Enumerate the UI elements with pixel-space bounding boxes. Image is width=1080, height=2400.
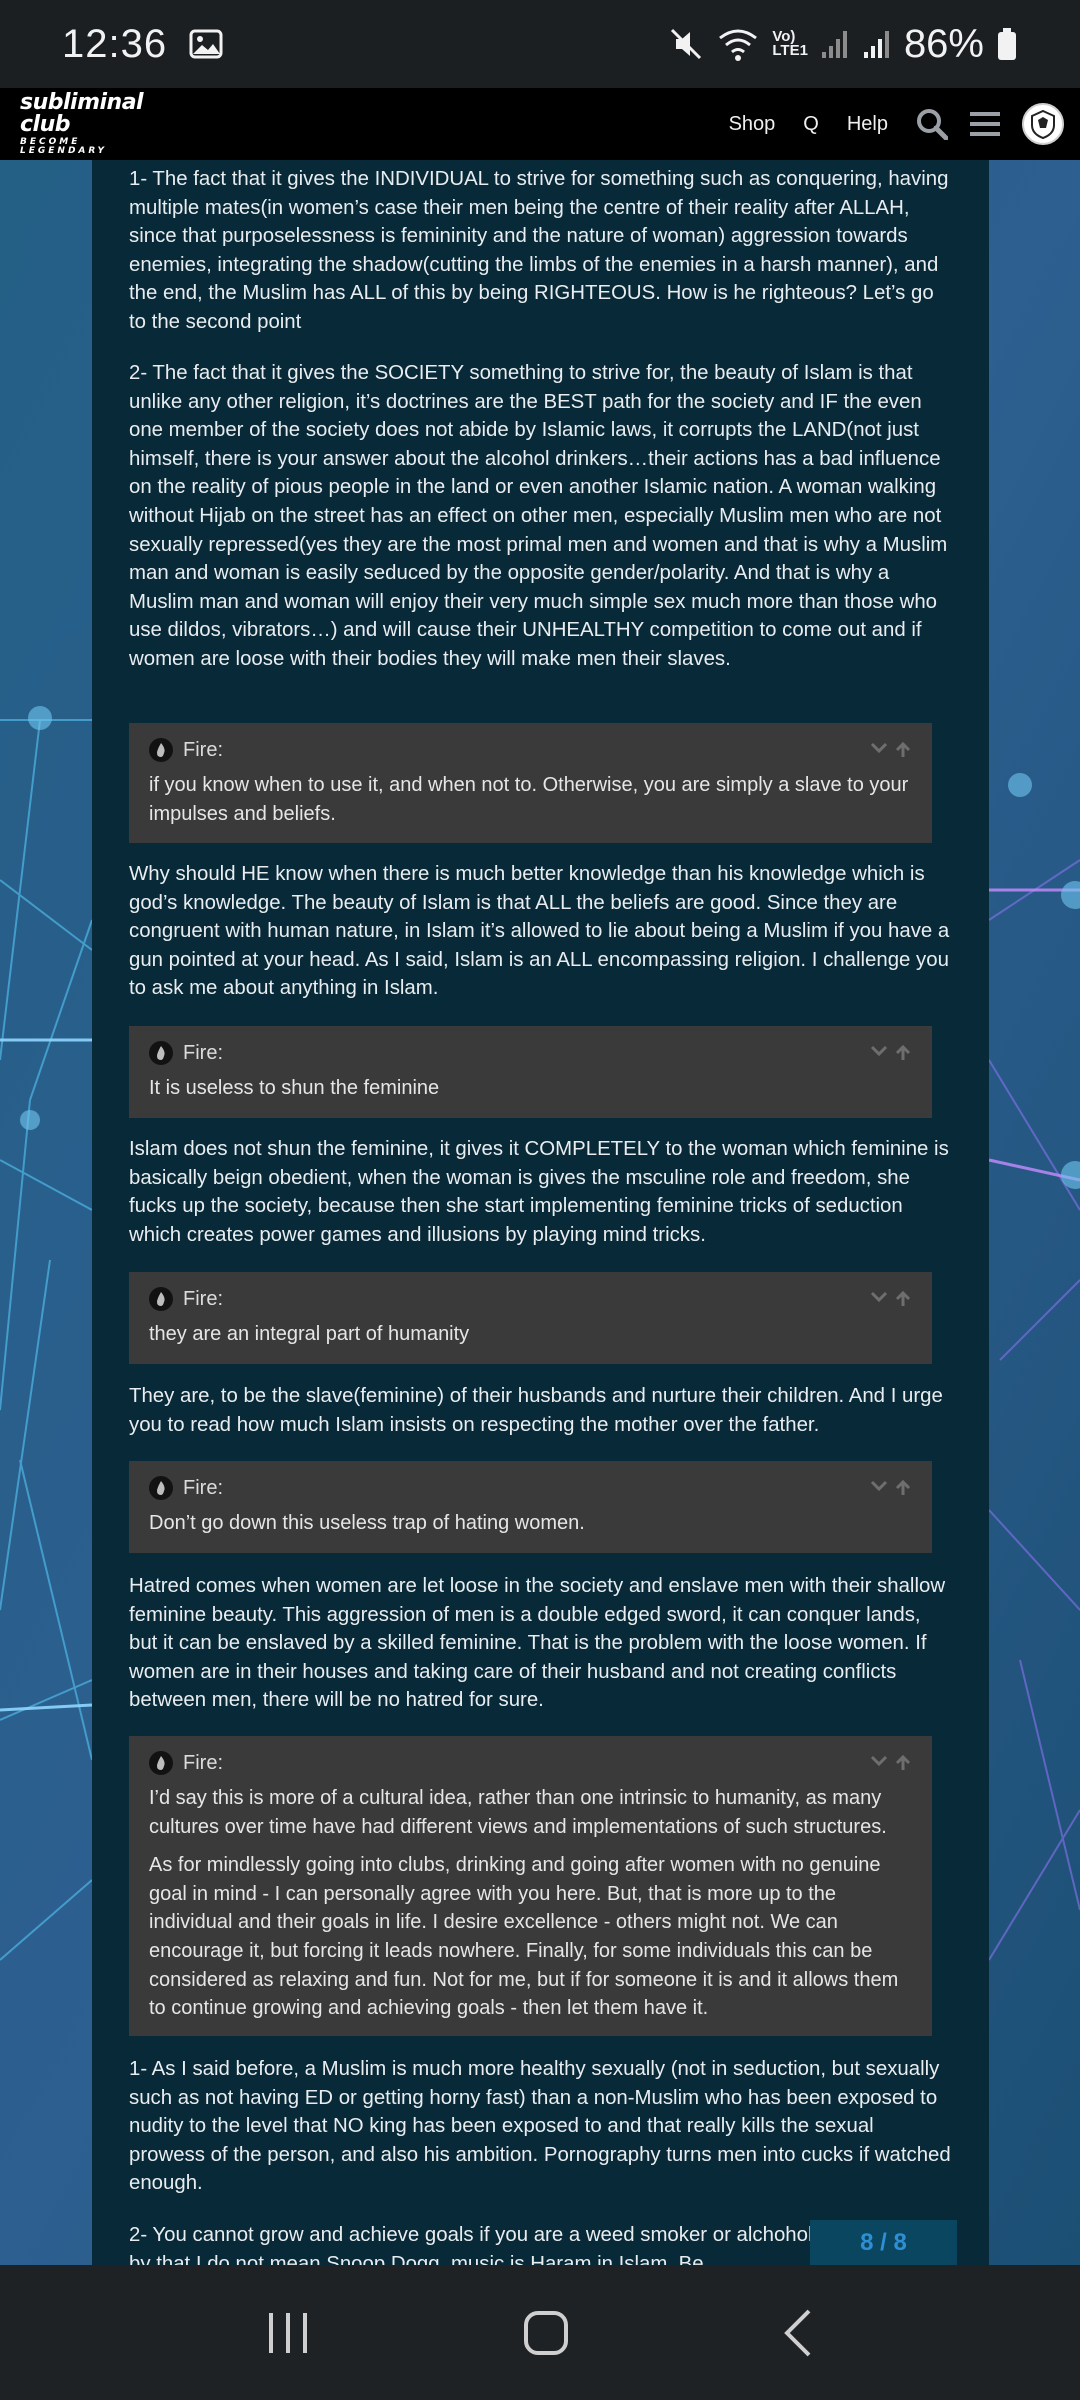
quote-header: Fire: — [149, 1286, 912, 1312]
quote-block: Fire: Don’t go down this useless trap of… — [129, 1461, 932, 1553]
quote-tools — [870, 741, 912, 759]
quote-avatar — [149, 1287, 173, 1311]
post-paragraph: 1- The fact that it gives the INDIVIDUAL… — [129, 168, 949, 333]
post-counter[interactable]: 8 / 8 — [810, 2220, 957, 2265]
chevron-down-icon[interactable] — [870, 1290, 888, 1304]
nav-help-link[interactable]: Help — [847, 113, 888, 136]
avatar[interactable] — [1022, 103, 1064, 145]
back-icon[interactable] — [781, 2308, 815, 2358]
header-nav: Shop Q Help — [729, 103, 1064, 145]
quote-author: Fire: — [183, 1751, 223, 1774]
signal-2-icon — [863, 31, 889, 58]
post-body-section: They are, to be the slave(feminine) of t… — [129, 1382, 951, 1439]
logo-tagline: BECOME LEGENDARY — [20, 137, 108, 156]
avatar-crest-icon — [1031, 109, 1055, 139]
post-body-section: Hatred comes when women are let loose in… — [129, 1572, 951, 1715]
network-type: Vo) LTE1 — [772, 29, 808, 59]
post-paragraph: Islam does not shun the feminine, it giv… — [129, 1138, 949, 1246]
recent-apps-icon[interactable] — [265, 2311, 311, 2355]
nav-q-link[interactable]: Q — [803, 113, 819, 136]
fire-avatar-icon — [157, 1756, 165, 1770]
quote-header: Fire: — [149, 1750, 912, 1776]
fire-avatar-icon — [157, 1292, 165, 1306]
signal-1-icon — [821, 31, 847, 58]
quote-text: Don’t go down this useless trap of hatin… — [149, 1512, 585, 1534]
quote-author: Fire: — [183, 1476, 223, 1499]
post-paragraph: 1- As I said before, a Muslim is much mo… — [129, 2058, 951, 2195]
arrow-up-icon[interactable] — [894, 1044, 912, 1062]
post-paragraph: 2- The fact that it gives the SOCIETY so… — [129, 362, 948, 670]
post-body-section: Islam does not shun the feminine, it giv… — [129, 1135, 951, 1249]
chevron-down-icon[interactable] — [870, 1044, 888, 1058]
quote-avatar — [149, 1476, 173, 1500]
quote-block: Fire: It is useless to shun the feminine — [129, 1026, 932, 1118]
status-right-icons: Vo) LTE1 86% — [668, 22, 1018, 67]
battery-icon — [998, 28, 1016, 60]
logo-title: subliminal club — [20, 90, 144, 137]
quote-block: Fire: they are an integral part of human… — [129, 1272, 932, 1364]
fire-avatar-icon — [157, 1046, 165, 1060]
arrow-up-icon[interactable] — [894, 1290, 912, 1308]
quote-author: Fire: — [183, 1041, 223, 1064]
arrow-up-icon[interactable] — [894, 741, 912, 759]
post-column: 1- The fact that it gives the INDIVIDUAL… — [92, 160, 989, 2265]
fire-avatar-icon — [157, 743, 165, 757]
mute-icon — [671, 28, 702, 60]
post-paragraph: Why should HE know when there is much be… — [129, 863, 950, 1000]
wifi-icon — [719, 29, 758, 61]
fire-avatar-icon — [157, 1481, 165, 1495]
network-lte: LTE1 — [772, 42, 808, 59]
site-logo[interactable]: subliminal club BECOME LEGENDARY — [20, 92, 170, 156]
quote-avatar — [149, 1041, 173, 1065]
arrow-up-icon[interactable] — [894, 1479, 912, 1497]
status-time: 12:36 — [62, 21, 168, 66]
system-nav-bar — [0, 2265, 1080, 2400]
quote-tools — [870, 1479, 912, 1497]
status-bar: 12:36 Vo) LTE1 86% — [0, 0, 1080, 88]
post-paragraph: They are, to be the slave(feminine) of t… — [129, 1385, 943, 1436]
post-body-section: 1- As I said before, a Muslim is much mo… — [129, 2055, 951, 2198]
quote-text: they are an integral part of humanity — [149, 1323, 470, 1345]
menu-icon[interactable] — [970, 110, 1000, 138]
quote-block: Fire: if you know when to use it, and wh… — [129, 723, 932, 843]
post-body-section: Why should HE know when there is much be… — [129, 860, 951, 1003]
chevron-down-icon[interactable] — [870, 1479, 888, 1493]
home-icon[interactable] — [522, 2309, 570, 2357]
quote-avatar — [149, 738, 173, 762]
nav-shop-link[interactable]: Shop — [729, 113, 776, 136]
battery-percent: 86% — [903, 21, 984, 66]
quote-text: I’d say this is more of a cultural idea,… — [149, 1787, 887, 1838]
quote-text: As for mindlessly going into clubs, drin… — [149, 1854, 899, 2020]
chevron-down-icon[interactable] — [870, 741, 888, 755]
quote-block: Fire: I’d say this is more of a cultural… — [129, 1736, 932, 2036]
quote-text: if you know when to use it, and when not… — [149, 774, 909, 825]
quote-header: Fire: — [149, 1475, 912, 1501]
quote-text: It is useless to shun the feminine — [149, 1077, 440, 1099]
chevron-down-icon[interactable] — [870, 1754, 888, 1768]
quote-tools — [870, 1754, 912, 1772]
quote-tools — [870, 1290, 912, 1308]
arrow-up-icon[interactable] — [894, 1754, 912, 1772]
quote-author: Fire: — [183, 1287, 223, 1310]
site-header: subliminal club BECOME LEGENDARY Shop Q … — [0, 88, 1080, 160]
quote-header: Fire: — [149, 1040, 912, 1066]
image-notification-icon — [189, 29, 223, 59]
search-icon[interactable] — [916, 108, 948, 140]
quote-header: Fire: — [149, 737, 912, 763]
quote-tools — [870, 1044, 912, 1062]
quote-avatar — [149, 1751, 173, 1775]
post-paragraph: Hatred comes when women are let loose in… — [129, 1575, 946, 1712]
quote-author: Fire: — [183, 738, 223, 761]
